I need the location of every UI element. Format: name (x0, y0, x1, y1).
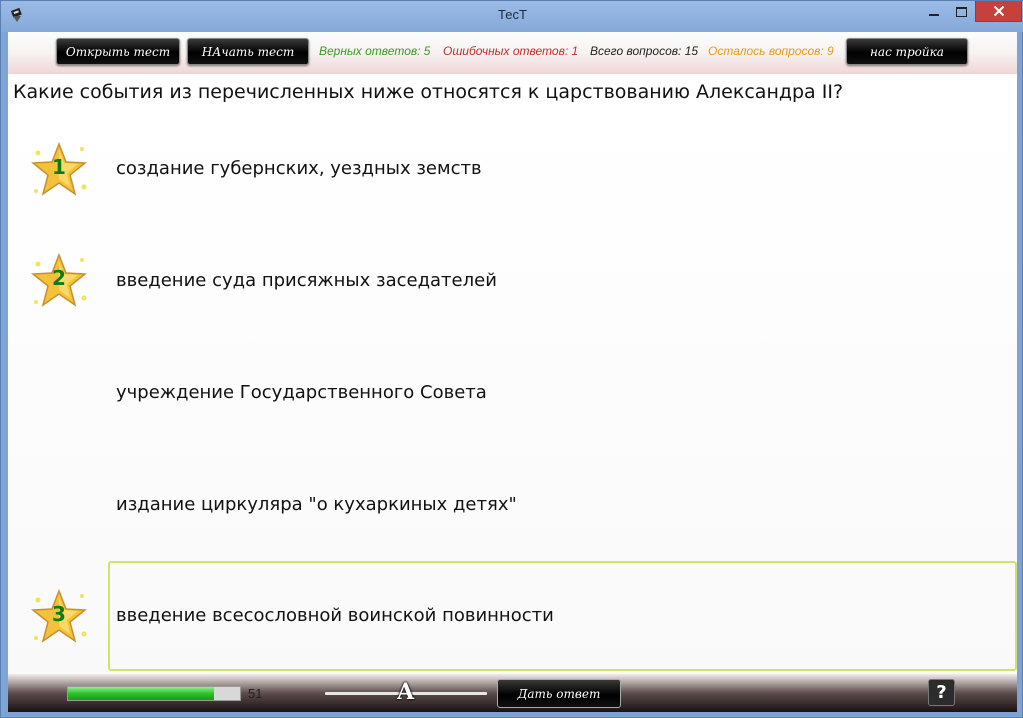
answer-text: введение всесословной воинской повинност… (116, 605, 554, 626)
font-size-slider-thumb[interactable]: A (397, 679, 414, 705)
progress-value: 51 (248, 686, 263, 701)
top-toolbar: Открыть тест НАчать тест Верных ответов:… (8, 32, 1017, 74)
progress-bar (67, 686, 241, 701)
answer-option[interactable]: учреждение Государственного Совета (108, 338, 1017, 448)
minimize-button[interactable] (920, 1, 948, 22)
open-test-button[interactable]: Открыть тест (56, 38, 180, 65)
answer-text: введение суда присяжных заседателей (116, 270, 497, 291)
answer-text: издание циркуляра "о кухаркиных детях" (116, 494, 517, 515)
answer-text: учреждение Государственного Совета (116, 382, 487, 403)
wrong-answers-count: Ошибочных ответов: 1 (443, 44, 579, 58)
close-button[interactable] (975, 1, 1022, 22)
answer-order-number: 1 (52, 155, 66, 179)
order-star-icon: 1 (30, 141, 88, 199)
answer-option[interactable]: издание циркуляра "о кухаркиных детях" (108, 450, 1017, 560)
progress-fill (68, 687, 215, 700)
app-window: ТесТ Открыть тест НАчать тест Верных отв… (0, 0, 1023, 718)
minimize-icon (929, 13, 939, 16)
correct-answers-count: Верных ответов: 5 (319, 44, 431, 58)
answer-option[interactable]: введение суда присяжных заседателей (108, 226, 1017, 336)
window-title: ТесТ (498, 7, 527, 22)
settings-button[interactable]: нас тройка (846, 38, 968, 65)
answer-order-number: 3 (52, 602, 66, 626)
start-test-button[interactable]: НАчать тест (187, 38, 309, 65)
question-text: Какие события из перечисленных ниже отно… (13, 81, 844, 103)
order-star-icon: 3 (30, 588, 88, 646)
maximize-icon (955, 6, 967, 17)
answer-text: создание губернских, уездных земств (116, 158, 482, 179)
total-questions-count: Всего вопросов: 15 (590, 44, 699, 58)
help-button[interactable]: ? (928, 679, 955, 706)
maximize-button[interactable] (947, 1, 975, 22)
order-star-icon: 2 (30, 252, 88, 310)
bottom-bar: 51 A Дать ответ ? (8, 674, 1017, 712)
remaining-questions-count: Осталось вопросов: 9 (708, 44, 834, 58)
title-bar[interactable]: ТесТ (1, 1, 1023, 32)
answer-list: 1 создание губернских, уездных земств 2 … (8, 114, 1017, 674)
submit-answer-button[interactable]: Дать ответ (497, 679, 621, 708)
client-area: Открыть тест НАчать тест Верных ответов:… (8, 32, 1017, 712)
help-icon: ? (936, 682, 947, 703)
answer-option-selected[interactable]: введение всесословной воинской повинност… (108, 561, 1017, 671)
answer-order-number: 2 (52, 266, 66, 290)
close-icon (993, 5, 1004, 17)
answer-option[interactable]: создание губернских, уездных земств (108, 114, 1017, 224)
